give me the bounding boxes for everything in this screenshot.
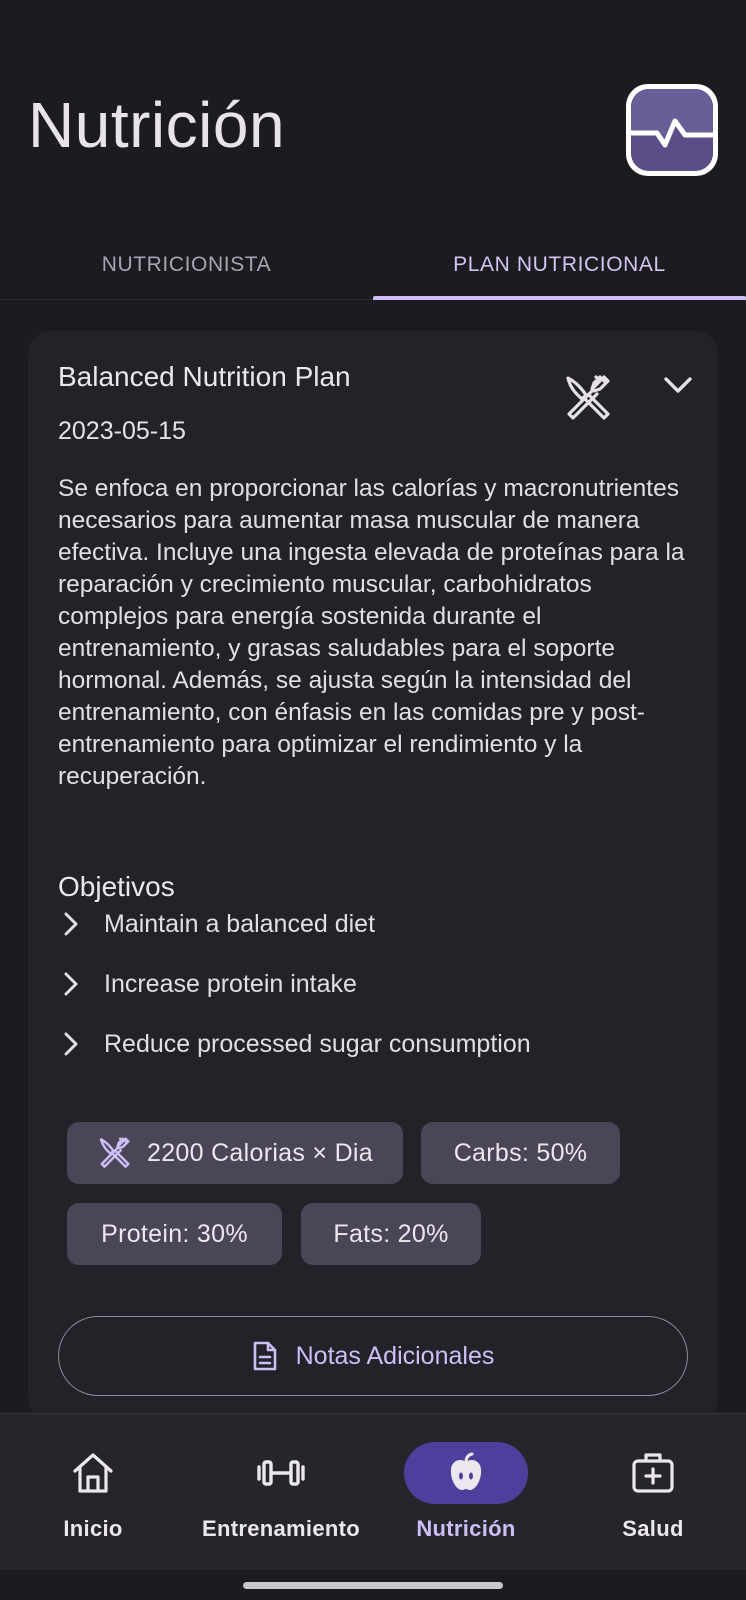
nav-item-entrenamiento[interactable]: Entrenamiento [186, 1414, 376, 1571]
tab-plan-nutricional[interactable]: PLAN NUTRICIONAL [373, 230, 746, 300]
notes-button-label: Notas Adicionales [295, 1341, 495, 1370]
nav-item-inicio[interactable]: Inicio [31, 1414, 155, 1571]
nav-label: Salud [622, 1516, 684, 1541]
chevron-right-icon [64, 972, 78, 996]
plan-name: Balanced Nutrition Plan [58, 361, 351, 392]
utensils-crossed-icon [99, 1137, 130, 1168]
nav-item-salud[interactable]: Salud [591, 1414, 715, 1571]
bottom-nav: Inicio Entrenamiento Nutrición Salud [0, 1413, 746, 1570]
health-pulse-icon[interactable] [626, 84, 718, 176]
home-icon [73, 1453, 113, 1493]
objective-text: Increase protein intake [104, 969, 357, 998]
tab-bar: NUTRICIONISTA PLAN NUTRICIONAL [0, 230, 746, 300]
objective-text: Maintain a balanced diet [104, 909, 376, 938]
dumbbell-icon [257, 1460, 305, 1486]
nav-pill [591, 1442, 715, 1504]
carbs-chip-label: Carbs: 50% [453, 1138, 588, 1167]
tab-nutricionista[interactable]: NUTRICIONISTA [0, 230, 373, 300]
nav-pill-active [404, 1442, 528, 1504]
plan-card: Balanced Nutrition Plan 2023-05-15 Se en… [28, 331, 718, 1421]
plan-description: Se enfoca en proporcionar las calorías y… [58, 475, 685, 790]
objective-text: Reduce processed sugar consumption [104, 1029, 531, 1058]
tab-indicator [373, 296, 746, 300]
medical-kit-icon [632, 1453, 674, 1493]
nav-label: Nutrición [416, 1516, 516, 1541]
nav-item-nutricion[interactable]: Nutrición [404, 1414, 528, 1571]
nav-pill [219, 1442, 343, 1504]
gesture-home-bar[interactable] [243, 1582, 503, 1589]
utensils-crossed-icon [566, 375, 610, 420]
app-header: Nutrición [0, 0, 746, 230]
fats-chip-label: Fats: 20% [333, 1219, 449, 1248]
carbs-chip: Carbs: 50% [421, 1122, 620, 1184]
nav-pill [31, 1442, 155, 1504]
plan-date: 2023-05-15 [58, 417, 186, 445]
notes-button[interactable]: Notas Adicionales [58, 1316, 688, 1396]
page-title: Nutrición [28, 89, 286, 161]
protein-chip: Protein: 30% [67, 1203, 282, 1265]
objective-item: Reduce processed sugar consumption [58, 1024, 531, 1064]
objective-item: Increase protein intake [58, 964, 357, 1004]
chevron-down-icon[interactable] [658, 365, 698, 405]
fats-chip: Fats: 20% [301, 1203, 481, 1265]
chevron-right-icon [64, 1032, 78, 1056]
protein-chip-label: Protein: 30% [101, 1219, 248, 1248]
nav-label: Inicio [63, 1516, 123, 1541]
apple-icon [450, 1452, 482, 1490]
chevron-right-icon [64, 912, 78, 936]
objectives-title: Objetivos [58, 871, 175, 902]
calories-chip-label: 2200 Calorias × Dia [147, 1138, 373, 1167]
calories-chip: 2200 Calorias × Dia [67, 1122, 403, 1184]
document-icon [253, 1341, 276, 1371]
objective-item: Maintain a balanced diet [58, 904, 375, 944]
nav-label: Entrenamiento [202, 1516, 360, 1541]
